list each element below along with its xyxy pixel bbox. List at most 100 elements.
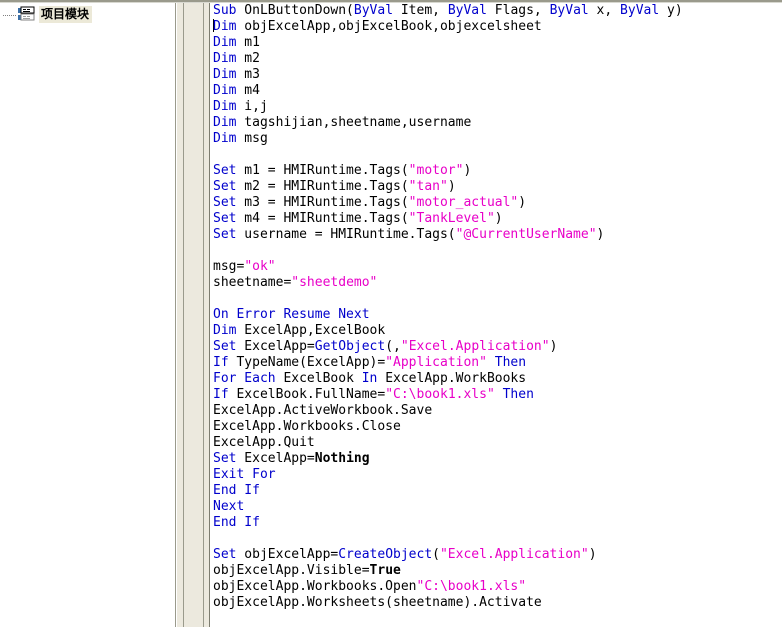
code-token-id: objExcelApp= [236, 547, 339, 562]
code-line: Set objExcelApp=CreateObject("Excel.Appl… [213, 547, 683, 563]
code-token-id: Flags, [486, 3, 550, 18]
tree-item-label: 项目模块 [39, 5, 93, 23]
code-token-kw: Dim [213, 51, 237, 66]
code-token-id: ( [432, 547, 440, 562]
code-token-str: "motor" [408, 163, 464, 178]
code-token-id: (, [385, 339, 401, 354]
code-token-kw: Dim [213, 35, 237, 50]
code-line: End If [213, 515, 683, 531]
code-line: Dim i,j [213, 99, 683, 115]
code-token-str: "Excel.Application" [400, 339, 550, 354]
code-token-id: ) [549, 339, 558, 354]
code-token-kw: Set [213, 451, 237, 466]
code-token-kw: If [213, 387, 229, 402]
code-token-kw: Set [213, 211, 237, 226]
code-line: Dim m3 [213, 67, 683, 83]
code-token-id: ExcelApp.Workbooks.Close [213, 419, 401, 434]
code-token-kw: Dim [213, 323, 237, 338]
code-token-str: "sheetdemo" [291, 275, 378, 290]
code-token-str: "ok" [244, 259, 276, 274]
code-token-id: ExcelBook.FullName= [228, 387, 386, 402]
code-token-id: TypeName(ExcelApp)= [228, 355, 386, 370]
code-token-id: objExcelApp,objExcelBook,objexcelsheet [236, 19, 542, 34]
code-token-str: "@CurrentUserName" [455, 227, 597, 242]
code-token-kw: Then [494, 387, 534, 402]
code-token-kw: Next [213, 499, 245, 514]
gutter-divider-left [183, 3, 184, 627]
code-line: Set ExcelApp=Nothing [213, 451, 683, 467]
code-token-id: ExcelApp.WorkBooks [377, 371, 527, 386]
code-token-kw: In [361, 371, 378, 386]
code-line: objExcelApp.Visible=True [213, 563, 683, 579]
code-line: sheetname="sheetdemo" [213, 275, 683, 291]
code-token-kw: If [213, 355, 229, 370]
code-token-kw: Set [213, 179, 237, 194]
code-token-id: ) [588, 547, 597, 562]
code-line: Dim tagshijian,sheetname,username [213, 115, 683, 131]
code-token-id: ) [463, 163, 472, 178]
code-line: Set m2 = HMIRuntime.Tags("tan") [213, 179, 683, 195]
code-token-id: ) [447, 179, 456, 194]
code-token-id: ExcelApp.Quit [213, 435, 315, 450]
code-token-id: m4 [236, 83, 260, 98]
code-token-str: "motor_actual" [408, 195, 519, 210]
code-token-kw: Exit For [213, 467, 276, 482]
code-line: msg="ok" [213, 259, 683, 275]
code-line: Dim objExcelApp,objExcelBook,objexcelshe… [213, 19, 683, 35]
code-token-cst: True [369, 563, 401, 578]
code-token-id: username = HMIRuntime.Tags( [236, 227, 456, 242]
code-token-str: "Application" [385, 355, 487, 370]
code-line: Sub OnLButtonDown(ByVal Item, ByVal Flag… [213, 3, 683, 19]
code-token-id: ) [494, 211, 503, 226]
code-token-kw: Set [213, 339, 237, 354]
code-token-id: ExcelBook [275, 371, 362, 386]
code-token-id: ExcelApp,ExcelBook [236, 323, 386, 338]
code-token-id: m1 [236, 35, 260, 50]
code-token-id: ExcelApp.ActiveWorkbook.Save [213, 403, 433, 418]
code-line: ExcelApp.Quit [213, 435, 683, 451]
code-line: objExcelApp.Workbooks.Open"C:\book1.xls" [213, 579, 683, 595]
module-icon [18, 6, 35, 22]
code-text[interactable]: Sub OnLButtonDown(ByVal Item, ByVal Flag… [213, 3, 683, 611]
code-token-kw: Dim [213, 131, 237, 146]
code-line: Set username = HMIRuntime.Tags("@Current… [213, 227, 683, 243]
code-token-id: i,j [236, 99, 268, 114]
code-token-str: "C:\book1.xls" [416, 579, 527, 594]
code-token-id: msg [236, 131, 268, 146]
vbscript-code-editor[interactable]: Sub OnLButtonDown(ByVal Item, ByVal Flag… [210, 3, 782, 627]
code-line: Dim ExcelApp,ExcelBook [213, 323, 683, 339]
project-tree-panel[interactable]: 项目模块 [0, 3, 176, 627]
code-line: If ExcelBook.FullName="C:\book1.xls" The… [213, 387, 683, 403]
code-token-id: x, [588, 3, 621, 18]
code-token-id: tagshijian,sheetname,username [236, 115, 472, 130]
code-token-id: objExcelApp.Visible= [213, 563, 370, 578]
code-token-kw: ByVal [620, 3, 660, 18]
code-token-id: sheetname= [213, 275, 292, 290]
code-token-id: m1 = HMIRuntime.Tags( [236, 163, 409, 178]
code-token-kw: CreateObject [338, 547, 433, 562]
code-line: Set m3 = HMIRuntime.Tags("motor_actual") [213, 195, 683, 211]
code-token-id: objExcelApp.Workbooks.Open [213, 579, 417, 594]
code-token-kw: Dim [213, 115, 237, 130]
code-line: Dim m4 [213, 83, 683, 99]
code-token-id: ExcelApp= [236, 451, 315, 466]
code-token-kw: End If [213, 515, 260, 530]
code-token-kw: Dim [213, 99, 237, 114]
code-line: End If [213, 483, 683, 499]
code-token-kw: On Error Resume Next [213, 307, 370, 322]
code-token-kw: End If [213, 483, 260, 498]
code-line: Dim m2 [213, 51, 683, 67]
code-line: Next [213, 499, 683, 515]
code-token-id: Item, [393, 3, 448, 18]
code-line: objExcelApp.Worksheets(sheetname).Activa… [213, 595, 683, 611]
code-token-id: m2 [236, 51, 260, 66]
code-token-str: "Excel.Application" [439, 547, 589, 562]
code-token-cst: Nothing [314, 451, 370, 466]
code-line: If TypeName(ExcelApp)="Application" Then [213, 355, 683, 371]
code-token-kw: Then [486, 355, 527, 370]
code-token-id: ExcelApp= [236, 339, 315, 354]
tree-item-project-module[interactable]: 项目模块 [0, 4, 175, 24]
